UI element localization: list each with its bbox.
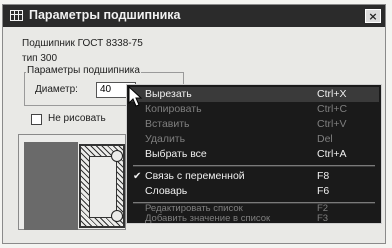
menu-item-paste[interactable]: Вставить Ctrl+V	[129, 117, 379, 132]
menu-item-delete[interactable]: Удалить Del	[129, 132, 379, 147]
menu-item-select-all[interactable]: Выбрать все Ctrl+A	[129, 147, 379, 162]
menu-item-link-variable[interactable]: ✔ Связь с переменной F8	[129, 169, 379, 184]
menu-item-add-value[interactable]: Добавить значение в список F3	[129, 214, 379, 224]
title-bar[interactable]: Параметры подшипника ×	[3, 5, 385, 27]
menu-item-dictionary[interactable]: Словарь F6	[129, 184, 379, 199]
preview-background-text	[24, 142, 78, 230]
bearing-standard-label: Подшипник ГОСТ 8338-75	[22, 38, 143, 49]
diameter-label: Диаметр:	[35, 84, 78, 95]
no-draw-label: Не рисовать	[48, 113, 106, 124]
bearing-ball-bottom	[111, 210, 123, 222]
bearing-inner-ring	[89, 156, 117, 218]
groupbox-title: Параметры подшипника	[26, 65, 141, 76]
bearing-ball-top	[111, 150, 123, 162]
menu-item-edit-list[interactable]: Редактировать список F2	[129, 204, 379, 214]
table-grid-icon	[10, 10, 23, 21]
arrow-cursor-icon	[128, 86, 143, 107]
menu-separator	[133, 165, 375, 167]
menu-item-copy[interactable]: Копировать Ctrl+C	[129, 102, 379, 117]
menu-item-cut[interactable]: Вырезать Ctrl+X	[129, 87, 379, 102]
bearing-type-label: тип 300	[22, 53, 58, 64]
window-title: Параметры подшипника	[29, 8, 181, 22]
check-icon: ✔	[133, 171, 142, 182]
context-menu: Вырезать Ctrl+X Копировать Ctrl+C Встави…	[126, 84, 382, 224]
no-draw-checkbox[interactable]	[31, 114, 42, 125]
close-button[interactable]: ×	[365, 9, 381, 23]
